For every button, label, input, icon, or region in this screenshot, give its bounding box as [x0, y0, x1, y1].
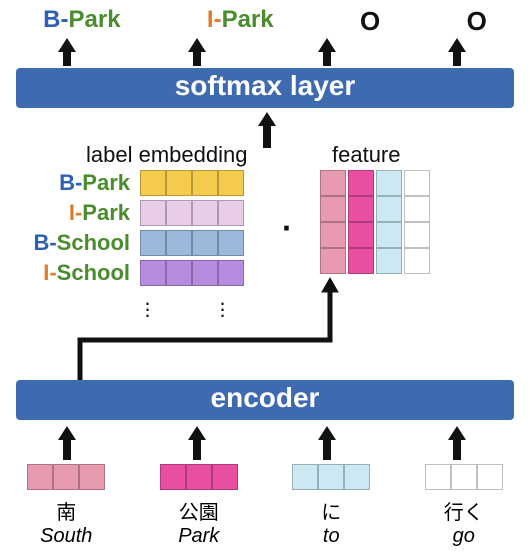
token-surface: 公園	[160, 496, 238, 525]
feature-block	[320, 170, 430, 274]
label-row: B-School	[20, 230, 244, 256]
dot-product-icon: ·	[282, 210, 293, 247]
label-embedding-block: B-Park I-Park B-School I-School	[20, 170, 244, 290]
encoder-label: encoder	[211, 382, 320, 413]
token-gloss: South	[27, 525, 105, 548]
input-token: 行く go	[425, 464, 503, 548]
token-surface: に	[292, 496, 370, 525]
arrow-up-icon	[318, 38, 336, 66]
arrow-up-icon	[188, 38, 206, 66]
token-surface: 南	[27, 496, 105, 525]
label-row: B-Park	[20, 170, 244, 196]
label-row: I-School	[20, 260, 244, 286]
output-2: O	[360, 6, 380, 37]
token-gloss: Park	[160, 525, 238, 548]
output-1: I-Park	[207, 6, 274, 37]
ellipsis-row: ··· ···	[110, 300, 260, 318]
token-gloss: go	[425, 525, 503, 548]
feature-vector	[376, 170, 402, 274]
embedding-cells	[140, 260, 244, 286]
encoder-box: encoder	[16, 380, 514, 420]
input-token: 公園 Park	[160, 464, 238, 548]
output-3: O	[467, 6, 487, 37]
input-token: に to	[292, 464, 370, 548]
label-embedding-title: label embedding	[86, 142, 247, 168]
softmax-layer-box: softmax layer	[16, 68, 514, 108]
arrow-up-icon	[318, 426, 336, 460]
feature-vector	[404, 170, 430, 274]
input-token: 南 South	[27, 464, 105, 548]
arrow-up-icon	[188, 426, 206, 460]
softmax-layer-label: softmax layer	[175, 70, 356, 101]
label-row: I-Park	[20, 200, 244, 226]
embedding-cells	[140, 200, 244, 226]
arrow-up-icon	[58, 426, 76, 460]
token-gloss: to	[292, 525, 370, 548]
embedding-cells	[140, 230, 244, 256]
feature-vector	[320, 170, 346, 274]
output-0: B-Park	[43, 6, 120, 37]
arrow-up-icon	[448, 38, 466, 66]
feature-title: feature	[332, 142, 401, 168]
output-labels-row: B-Park I-Park O O	[0, 6, 530, 37]
arrow-up-icon	[448, 426, 466, 460]
input-tokens-row: 南 South 公園 Park に to 行く go	[0, 464, 530, 548]
token-surface: 行く	[425, 496, 503, 525]
arrow-up-icon	[58, 38, 76, 66]
feature-vector	[348, 170, 374, 274]
embedding-cells	[140, 170, 244, 196]
arrow-up-icon	[258, 112, 276, 148]
